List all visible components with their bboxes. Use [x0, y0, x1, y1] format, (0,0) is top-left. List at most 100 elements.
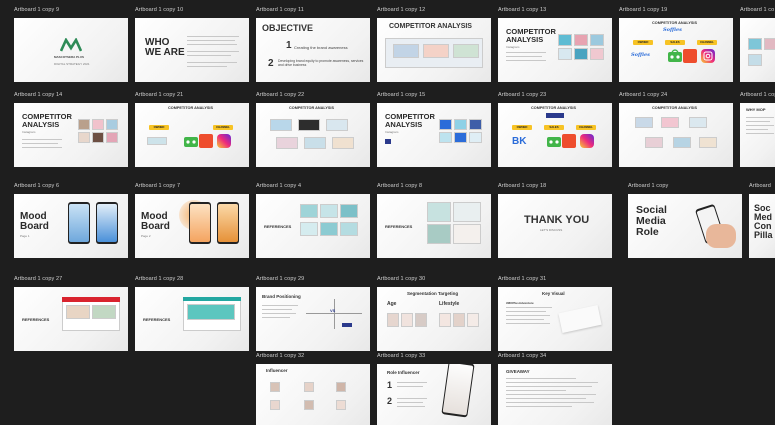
- slide-title: COMPETITOR ANALYSIS: [652, 21, 698, 25]
- artboard-label[interactable]: Artboard 1 copy 14: [14, 89, 62, 101]
- artboard-frame[interactable]: Key Visual #MOPlusAdventure: [498, 287, 612, 351]
- artboard-frame[interactable]: Social Media Role: [628, 194, 742, 258]
- key-visual-title: Key Visual: [542, 291, 565, 296]
- influencer-title: Influencer: [266, 368, 288, 373]
- artboard-frame[interactable]: COMPETITOR ANALYSIS OWNED SALES CHANNEL …: [498, 103, 612, 167]
- artboard-label[interactable]: Artboard 1 copy 9: [14, 4, 59, 16]
- owned-chip: OWNED: [149, 125, 169, 130]
- artboard-frame[interactable]: Brand Positioning VS: [256, 287, 370, 351]
- artboard-label[interactable]: Artboard 1 copy 31: [498, 273, 546, 285]
- artboard-frame[interactable]: Influencer: [256, 364, 370, 425]
- title-board: Board: [20, 221, 49, 232]
- phone-mockup-image: [68, 202, 90, 244]
- channel-chip: CHANNEL: [213, 125, 233, 130]
- artboard-frame[interactable]: THANK YOU LET'S DISCUSS: [498, 194, 612, 258]
- artboard-label[interactable]: Artboard 1 copy 34: [498, 350, 546, 362]
- artboard-label[interactable]: Artboard 1 co: [740, 4, 774, 16]
- shop-bag-icon: [199, 134, 213, 148]
- references-title: REFERENCES: [264, 224, 292, 229]
- artboard-frame[interactable]: COMPETITOR ANALYSIS Instagram: [14, 103, 128, 167]
- number-2: 2: [387, 396, 393, 406]
- artboard-label[interactable]: Artboard 1 copy 13: [498, 4, 546, 16]
- channel-chip: CHANNEL: [697, 40, 717, 45]
- artboard-frame[interactable]: COMPETITOR ANALYSIS: [256, 103, 370, 167]
- artboard-label[interactable]: Artboard 1 copy 19: [619, 4, 667, 16]
- artboard-label[interactable]: Artboard 1 copy 22: [256, 89, 304, 101]
- role-influencer-title: Role Influencer: [387, 370, 420, 375]
- artboard-frame[interactable]: OBJECTIVE 1 Creating the brand awareness…: [256, 18, 370, 82]
- artboard-frame[interactable]: Role Influencer 1 2: [377, 364, 491, 425]
- artboard-label[interactable]: Artboard 1 copy 33: [377, 350, 425, 362]
- artboard-label[interactable]: Artboard 1 copy 21: [135, 89, 183, 101]
- artboard-frame[interactable]: REFERENCES: [256, 194, 370, 258]
- artboard-label[interactable]: Artboard 1 copy: [740, 89, 775, 101]
- slide-title: COMPETITOR ANALYSIS: [531, 106, 577, 110]
- slide-title: COMPETITOR ANALYSIS: [168, 106, 214, 110]
- lifestyle-heading: Lifestyle: [439, 301, 460, 307]
- artboard-label[interactable]: Artboard 1 copy 7: [135, 180, 180, 192]
- artboard-frame[interactable]: [740, 18, 775, 82]
- artboard-label[interactable]: Artboard 1 copy 29: [256, 273, 304, 285]
- artboard-label[interactable]: Artboard 1 copy 32: [256, 350, 304, 362]
- title-role: Role: [636, 226, 659, 238]
- artboard-frame[interactable]: COMPETITOR ANALYSIS: [619, 103, 733, 167]
- artboard-label[interactable]: Artboard 1 copy 30: [377, 273, 425, 285]
- artboard-frame[interactable]: COMPETITOR ANALYSIS Soffies OWNED SALES …: [619, 18, 733, 82]
- title-board: Board: [141, 221, 170, 232]
- title-line-2: ANALYSIS: [385, 120, 423, 129]
- artboard-label[interactable]: Artboard 1 copy 27: [14, 273, 62, 285]
- shop-bag-icon: [562, 134, 576, 148]
- artboard-frame[interactable]: WHO WE ARE: [135, 18, 249, 82]
- artboard-frame[interactable]: WHY MOP: [740, 103, 775, 167]
- artboard-label[interactable]: Artboard 1 copy: [628, 180, 668, 192]
- artboard-label[interactable]: Artboard 1 copy 15: [377, 89, 425, 101]
- objective-title: OBJECTIVE: [262, 23, 314, 33]
- artboard-label[interactable]: Artboard 1 copy 28: [135, 273, 183, 285]
- artboard-label[interactable]: Artboard 1 copy 10: [135, 4, 183, 16]
- sales-chip: SALES: [544, 125, 564, 130]
- artboard-frame[interactable]: Mood Board Page 2: [135, 194, 249, 258]
- title-line-4: Pilla: [754, 230, 773, 240]
- artboard-frame[interactable]: COMPETITOR ANALYSIS Instagram: [377, 103, 491, 167]
- artboard-label[interactable]: Artboard 1 copy 12: [377, 4, 425, 16]
- instagram-icon: [701, 49, 715, 63]
- artboard-label[interactable]: Artboard 1 copy 23: [498, 89, 546, 101]
- artboard-label[interactable]: Artboard 1 copy 11: [256, 4, 304, 16]
- subtitle: Instagram: [22, 130, 36, 134]
- artboard-frame[interactable]: REFERENCES: [14, 287, 128, 351]
- artboard-label[interactable]: Artboard 1 copy 4: [256, 180, 301, 192]
- sales-chip: SALES: [665, 40, 685, 45]
- positioning-title: Brand Positioning: [262, 294, 301, 299]
- owned-chip: OWNED: [512, 125, 532, 130]
- brand-logo: BK: [512, 136, 527, 147]
- slide-title: COMPETITOR ANALYSIS: [389, 23, 472, 30]
- slide-title: WHY MOP: [746, 107, 766, 112]
- artboard-frame[interactable]: REFERENCES: [135, 287, 249, 351]
- age-heading: Age: [387, 301, 397, 307]
- artboard-frame[interactable]: Soc Med Con Pilla: [749, 194, 775, 258]
- artboard-label[interactable]: Artboard 1 copy 8: [377, 180, 422, 192]
- artboard-label[interactable]: Artboard 1 copy 18: [498, 180, 546, 192]
- artboard-frame[interactable]: COMPETITOR ANALYSIS Instagram: [498, 18, 612, 82]
- artboard-frame[interactable]: REFERENCES: [377, 194, 491, 258]
- artboard-canvas[interactable]: Artboard 1 copy 9 MASCOTSERA PLUS DIGITA…: [0, 0, 775, 425]
- objective-number-1: 1: [286, 40, 292, 51]
- artboard-frame[interactable]: Mood Board Page 1: [14, 194, 128, 258]
- artboard-label[interactable]: Artboard 1 copy 6: [14, 180, 59, 192]
- artboard-frame[interactable]: GIVEAWAY: [498, 364, 612, 425]
- vs-label: VS: [330, 308, 336, 313]
- artboard-frame[interactable]: MASCOTSERA PLUS DIGITAL STRATEGY 2021: [14, 18, 128, 82]
- artboard-label[interactable]: Artboard 1 copy 24: [619, 89, 667, 101]
- segmentation-title: Segmentation Targeting: [407, 291, 459, 296]
- artboard-frame[interactable]: Segmentation Targeting Age Lifestyle: [377, 287, 491, 351]
- objective-number-2: 2: [268, 58, 274, 69]
- artboard-label[interactable]: Artboard: [749, 180, 771, 192]
- phone-mockup-image: [441, 364, 475, 418]
- references-title: REFERENCES: [22, 317, 50, 322]
- owned-chip: OWNED: [633, 40, 653, 45]
- artboard-frame[interactable]: COMPETITOR ANALYSIS OWNED CHANNEL: [135, 103, 249, 167]
- shop-bag-icon: [683, 49, 697, 63]
- number-1: 1: [387, 380, 393, 390]
- artboard-frame[interactable]: COMPETITOR ANALYSIS: [377, 18, 491, 82]
- title-line-2: ANALYSIS: [22, 120, 60, 129]
